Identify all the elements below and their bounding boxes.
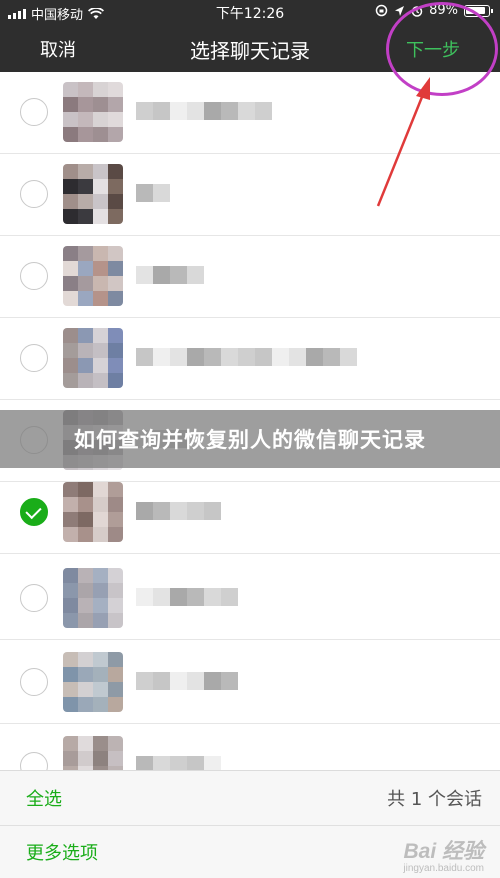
contact-name-pixelated (136, 672, 238, 690)
unchecked-radio-icon[interactable] (20, 668, 48, 696)
select-all-button[interactable]: 全选 (26, 785, 62, 811)
avatar (63, 736, 123, 772)
unchecked-radio-icon[interactable] (20, 584, 48, 612)
contact-row[interactable] (0, 154, 500, 236)
checked-radio-icon[interactable] (20, 498, 48, 526)
contact-name-pixelated (136, 348, 357, 366)
contact-row[interactable] (0, 236, 500, 318)
next-step-button[interactable]: 下一步 (406, 36, 460, 62)
status-bar: 中国移动 下午12:26 89% (0, 0, 500, 24)
screen: 中国移动 下午12:26 89% 取消 选择聊天记录 下一步 如何查询并恢复别人… (0, 0, 500, 878)
unchecked-radio-icon[interactable] (20, 262, 48, 290)
battery-percent: 89% (429, 3, 458, 18)
unchecked-radio-icon[interactable] (20, 752, 48, 772)
contact-row[interactable] (0, 726, 500, 772)
unchecked-radio-icon[interactable] (20, 344, 48, 372)
battery-icon (464, 4, 493, 17)
contact-name-pixelated (136, 184, 170, 202)
avatar (63, 164, 123, 224)
tutorial-title-text: 如何查询并恢复别人的微信聊天记录 (74, 428, 426, 452)
contact-name-pixelated (136, 102, 272, 120)
contact-name-pixelated (136, 588, 238, 606)
contact-row[interactable] (0, 472, 500, 554)
avatar (63, 82, 123, 142)
status-right: 89% (375, 3, 493, 18)
baidu-jingyan-watermark: Bai 经验 jingyan.baidu.com (370, 827, 488, 877)
bottom-toolbar: 全选 共 1 个会话 更多选项 Bai 经验 jingyan.baidu.com (0, 770, 500, 878)
avatar (63, 568, 123, 628)
more-options-button[interactable]: 更多选项 (26, 839, 98, 865)
avatar (63, 328, 123, 388)
avatar (63, 652, 123, 712)
unchecked-radio-icon[interactable] (20, 98, 48, 126)
location-icon (395, 5, 405, 16)
avatar (63, 246, 123, 306)
selected-count: 共 1 个会话 (387, 789, 482, 810)
contact-row[interactable] (0, 318, 500, 400)
contact-row[interactable] (0, 72, 500, 154)
unchecked-radio-icon[interactable] (20, 180, 48, 208)
navigation-bar: 取消 选择聊天记录 下一步 (0, 24, 500, 72)
contact-name-pixelated (136, 502, 221, 520)
watermark-url: jingyan.baidu.com (403, 863, 484, 874)
cancel-button[interactable]: 取消 (40, 36, 76, 62)
toolbar-divider (0, 825, 500, 826)
rotation-lock-icon (375, 4, 388, 17)
alarm-icon (411, 5, 423, 17)
tutorial-title-banner: 如何查询并恢复别人的微信聊天记录 (0, 410, 500, 468)
contact-name-pixelated (136, 266, 204, 284)
contact-row[interactable] (0, 642, 500, 724)
contact-row[interactable] (0, 558, 500, 640)
watermark-logo: Bai 经验 (403, 840, 484, 863)
avatar (63, 482, 123, 542)
